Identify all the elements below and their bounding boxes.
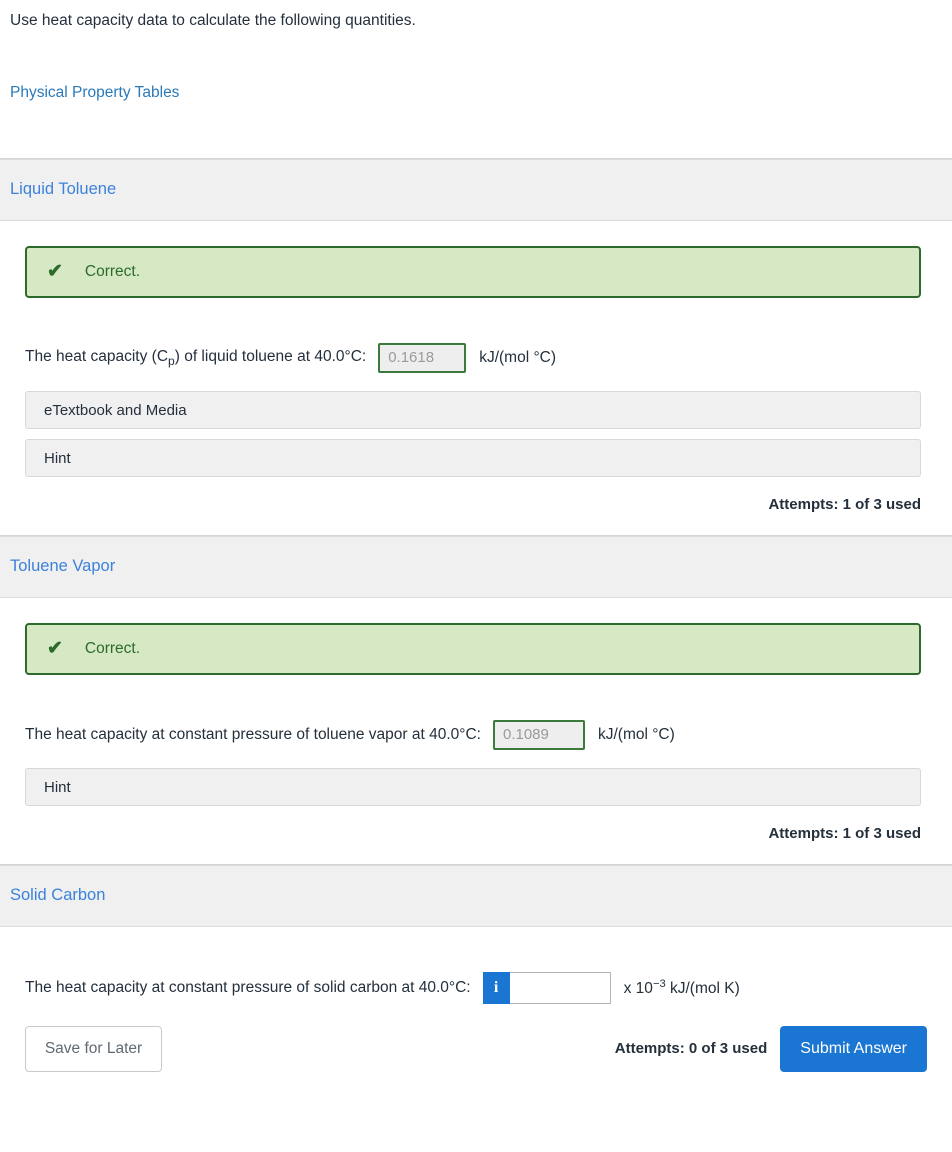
unit-suffix: kJ/(mol K) [669,979,740,997]
unit-label: x 10−3 kJ/(mol K) [624,978,740,998]
intro-spacer [10,102,942,158]
answer-input-liquid-toluene[interactable] [378,342,467,373]
question-label: The heat capacity at constant pressure o… [25,978,471,996]
intro-prompt: Use heat capacity data to calculate the … [10,12,416,29]
intro-block: Use heat capacity data to calculate the … [0,0,952,158]
unit-label: kJ/(mol °C) [479,348,557,366]
question-label: The heat capacity at constant pressure o… [25,725,481,743]
alert-text: Correct. [84,639,141,657]
unit-exponent: −3 [652,977,666,990]
section-body-liquid-toluene: ✔ Correct. The heat capacity (Cp) of liq… [0,245,952,535]
answer-input-solid-carbon[interactable] [509,971,611,1004]
section-header-liquid-toluene[interactable]: Liquid Toluene [0,158,952,221]
check-icon: ✔ [47,261,63,283]
question-label: The heat capacity (Cp) of liquid toluene… [25,348,366,368]
section-header-solid-carbon[interactable]: Solid Carbon [0,864,952,927]
unit-prefix: x 10 [623,979,653,997]
attempts-text: Attempts: 1 of 3 used [768,824,921,842]
section-title: Liquid Toluene [10,180,117,199]
section-body-solid-carbon: The heat capacity at constant pressure o… [0,971,952,1086]
info-icon[interactable]: i [482,971,510,1004]
question-label-prefix: The heat capacity (C [25,347,169,365]
attempts-text: Attempts: 0 of 3 used [614,1040,768,1058]
status-badge-correct: ✔ Correct. [25,622,921,675]
footer-actions: Save for Later Attempts: 0 of 3 used Sub… [25,1025,927,1086]
answer-input-group-solid-carbon: i [482,971,611,1004]
physical-property-tables-link[interactable]: Physical Property Tables [10,84,942,102]
question-label-suffix: ) of liquid toluene at 40.0°C: [174,347,367,365]
question-row-solid-carbon: The heat capacity at constant pressure o… [25,971,927,1004]
hint-button[interactable]: Hint [25,767,921,806]
etextbook-and-media-button[interactable]: eTextbook and Media [25,390,921,429]
check-icon: ✔ [47,638,63,660]
question-row-toluene-vapor: The heat capacity at constant pressure o… [25,719,927,750]
footer-right-group: Attempts: 0 of 3 used Submit Answer [614,1025,927,1072]
unit-label: kJ/(mol °C) [597,725,675,743]
hint-button[interactable]: Hint [25,438,921,477]
question-label-subscript: p [168,353,175,368]
section-body-toluene-vapor: ✔ Correct. The heat capacity at constant… [0,622,952,864]
section-title: Toluene Vapor [10,557,116,576]
attempts-row: Attempts: 1 of 3 used [25,496,927,535]
submit-answer-button[interactable]: Submit Answer [780,1025,927,1072]
attempts-row: Attempts: 1 of 3 used [25,825,927,864]
section-title: Solid Carbon [10,886,106,905]
attempts-text: Attempts: 1 of 3 used [768,495,921,513]
answer-input-toluene-vapor[interactable] [492,719,585,750]
save-for-later-button[interactable]: Save for Later [25,1025,162,1072]
status-badge-correct: ✔ Correct. [25,245,921,298]
section-header-toluene-vapor[interactable]: Toluene Vapor [0,535,952,598]
alert-text: Correct. [84,262,141,280]
question-row-liquid-toluene: The heat capacity (Cp) of liquid toluene… [25,342,927,373]
